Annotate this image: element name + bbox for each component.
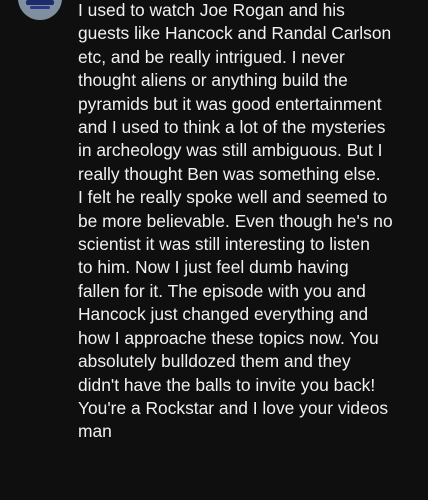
user-avatar-icon (18, 0, 62, 20)
comment-text-line: I used to watch Joe Rogan and his (78, 0, 345, 20)
comment-item: I used to watch Joe Rogan and his guests… (0, 0, 428, 500)
avatar[interactable] (18, 0, 62, 20)
comment-text-line: fallen for it. The episode with you and (78, 280, 366, 301)
comment-text-line: didn't have the balls to invite you back… (78, 374, 376, 395)
comment-text-line: to him. Now I just feel dumb having (78, 257, 349, 278)
comment-text-line: pyramids but it was good entertainment (78, 93, 382, 114)
comment-text-line: and I used to think a lot of the mysteri… (78, 117, 386, 138)
comment-text-line: guests like Hancock and Randal Carlson (78, 23, 392, 44)
comment-text-line: in archeology was still ambiguous. But I (78, 140, 383, 161)
comment-text-line: I felt he really spoke well and seemed t… (78, 187, 388, 208)
comment-text-line: etc, and be really intrigued. I never (78, 46, 345, 67)
comment-text: I used to watch Joe Rogan and his guests… (78, 0, 418, 444)
comment-text-line: be more believable. Even though he's no (78, 210, 393, 231)
comment-text-line: how I approache these topics now. You (78, 327, 379, 348)
comment-text-line: really thought Ben was something else. (78, 163, 381, 184)
comment-text-line: man (78, 421, 112, 442)
comment-text-line: absolutely bulldozed them and they (78, 351, 351, 372)
comment-text-line: You're a Rockstar and I love your videos (78, 397, 389, 418)
comment-text-line: Hancock just changed everything and (78, 304, 369, 325)
comment-text-line: thought aliens or anything build the (78, 70, 348, 91)
comment-text-line: scientist it was still interesting to li… (78, 234, 370, 255)
